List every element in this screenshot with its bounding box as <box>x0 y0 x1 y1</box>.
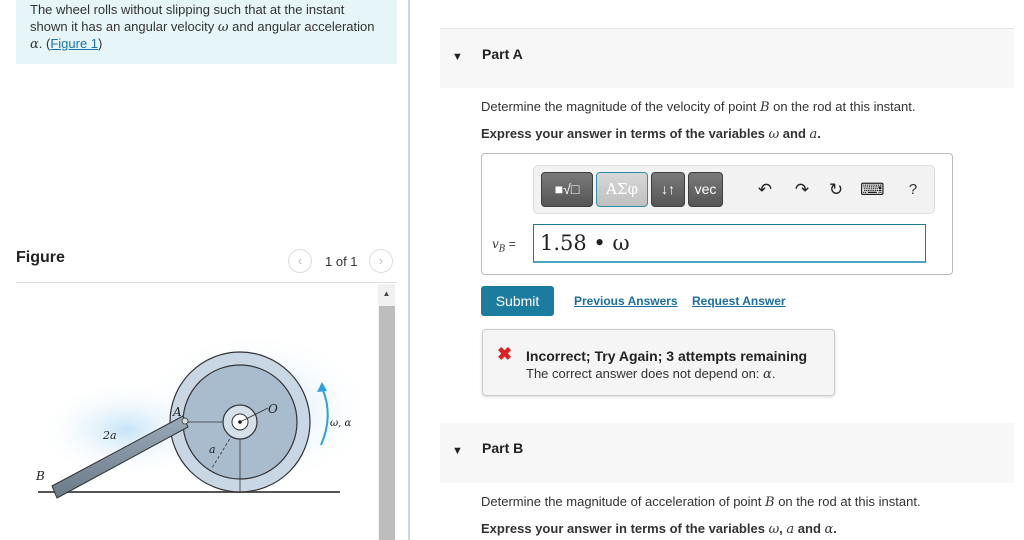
figure-title: Figure <box>16 249 65 266</box>
arrows-icon: ↓↑ <box>661 181 675 197</box>
var-v: v <box>492 237 499 251</box>
templates-icon: ■√□ <box>554 181 580 197</box>
part-b-instruction: Express your answer in terms of the vari… <box>481 521 837 537</box>
instruction-text: and <box>779 126 810 141</box>
collapse-triangle-icon[interactable]: ▼ <box>452 445 463 457</box>
greek-icon: ΑΣφ <box>606 180 638 198</box>
label-radius: a <box>209 443 216 456</box>
help-icon[interactable]: ? <box>902 178 924 202</box>
omega-var: ω <box>768 127 780 142</box>
omega-var: ω <box>768 522 780 537</box>
incorrect-x-icon: ✖ <box>497 344 513 364</box>
problem-intro: The wheel rolls without slipping such th… <box>16 0 397 64</box>
vec-label: vec <box>694 181 717 197</box>
pin-a <box>181 417 189 425</box>
intro-text: and angular acceleration <box>228 18 375 34</box>
part-a-question: Determine the magnitude of the velocity … <box>481 99 915 115</box>
chevron-left-icon: ‹ <box>297 253 303 268</box>
question-text: on the rod at this instant. <box>774 494 921 509</box>
label-a: A <box>172 405 182 419</box>
label-rod-length: 2a <box>102 429 117 442</box>
previous-figure-button[interactable]: ‹ <box>288 249 312 273</box>
label-omega-alpha: ω, α <box>330 418 352 429</box>
intro-text: ) <box>98 36 103 51</box>
figure-link[interactable]: Figure 1 <box>50 36 98 51</box>
feedback-box: ✖ Incorrect; Try Again; 3 attempts remai… <box>482 329 835 396</box>
left-pane: The wheel rolls without slipping such th… <box>0 0 410 540</box>
instruction-text: Express your answer in terms of the vari… <box>481 521 769 536</box>
question-text: Determine the magnitude of the velocity … <box>481 99 760 114</box>
figure-header: Figure ‹ 1 of 1 › <box>16 245 397 283</box>
answer-input[interactable]: 1.58 • ω <box>533 224 926 263</box>
figure-scrollbar[interactable]: ▲ <box>378 284 395 540</box>
collapse-triangle-icon[interactable]: ▼ <box>452 51 463 63</box>
redo-icon[interactable]: ↷ <box>791 178 813 202</box>
greek-symbols-button[interactable]: ΑΣφ <box>596 172 648 207</box>
instruction-text: . <box>817 126 821 141</box>
vector-button[interactable]: vec <box>688 172 723 207</box>
answer-box: ■√□ ΑΣφ ↓↑ vec ↶ ↷ ↻ ⌨ ? vB = 1.58 • ω <box>481 153 953 275</box>
scroll-up-arrow-icon[interactable]: ▲ <box>378 284 395 304</box>
answer-variable-label: vB = <box>492 237 516 254</box>
keyboard-icon[interactable]: ⌨ <box>860 178 885 202</box>
part-b-question: Determine the magnitude of acceleration … <box>481 494 921 510</box>
part-a-title: Part A <box>482 46 523 62</box>
feedback-text: The correct answer does not depend on: <box>526 366 764 381</box>
question-text: on the rod at this instant. <box>769 99 916 114</box>
equals-sign: = <box>505 237 516 251</box>
previous-answers-link[interactable]: Previous Answers <box>574 294 678 308</box>
question-text: Determine the magnitude of acceleration … <box>481 494 766 509</box>
feedback-text: . <box>771 366 776 381</box>
alpha-symbol: α <box>30 37 39 52</box>
alpha-var: α <box>824 522 834 537</box>
right-pane: ▼ Part A Determine the magnitude of the … <box>412 0 1024 540</box>
arrows-button[interactable]: ↓↑ <box>651 172 685 207</box>
part-b-header[interactable]: ▼ Part B <box>440 423 1014 483</box>
chevron-right-icon: › <box>378 253 384 268</box>
next-figure-button[interactable]: › <box>369 249 393 273</box>
a-var: a <box>786 522 795 537</box>
reset-icon[interactable]: ↻ <box>825 178 847 202</box>
instruction-text: . <box>833 521 837 536</box>
part-a-instruction: Express your answer in terms of the vari… <box>481 126 821 142</box>
intro-text: . ( <box>38 36 51 51</box>
undo-icon[interactable]: ↶ <box>754 178 776 202</box>
part-a-header[interactable]: ▼ Part A <box>440 28 1014 88</box>
label-o: O <box>268 402 278 416</box>
instruction-text: Express your answer in terms of the vari… <box>481 126 769 141</box>
math-toolbar: ■√□ ΑΣφ ↓↑ vec ↶ ↷ ↻ ⌨ ? <box>533 165 935 214</box>
alpha-var: α <box>763 367 772 382</box>
templates-button[interactable]: ■√□ <box>541 172 593 207</box>
instruction-text: and <box>794 521 825 536</box>
omega-symbol: ω <box>217 19 229 35</box>
feedback-message: The correct answer does not depend on: α… <box>526 366 775 382</box>
request-answer-link[interactable]: Request Answer <box>692 294 786 308</box>
feedback-title: Incorrect; Try Again; 3 attempts remaini… <box>526 348 808 364</box>
wheel-rod-figure: A B O 2a a ω, α <box>35 330 376 499</box>
part-b-title: Part B <box>482 440 524 456</box>
point-b-var: B <box>759 100 770 115</box>
point-b-var: B <box>765 495 775 510</box>
submit-button[interactable]: Submit <box>481 286 554 316</box>
label-b: B <box>35 469 45 483</box>
figure-pager-text: 1 of 1 <box>325 254 358 269</box>
scrollbar-thumb[interactable] <box>379 306 395 540</box>
